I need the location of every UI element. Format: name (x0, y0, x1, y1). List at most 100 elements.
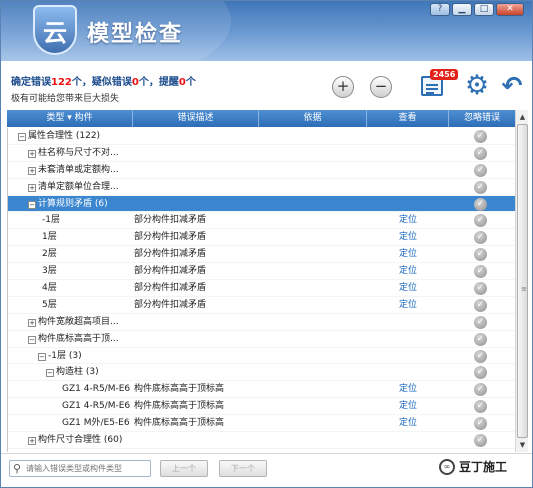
prev-button[interactable]: 上一个 (160, 460, 208, 477)
locate-link[interactable]: 定位 (399, 398, 417, 415)
ignore-check-icon[interactable]: ✓ (474, 298, 487, 312)
tree-row[interactable]: + 柱名称与尺寸不对... ✓ (8, 145, 515, 162)
tree-row-text: 属性合理性 (122) (28, 131, 101, 141)
error-description: 构件底标高高于顶标高 (134, 401, 225, 412)
tree-row-label: 4层 (42, 280, 57, 297)
close-button[interactable]: ✕ (496, 3, 524, 16)
tree-row[interactable]: 1层 部分构件扣减矛盾 定位 ✓ (8, 229, 515, 247)
error-description: 构件底标高高于顶标高 (134, 384, 225, 395)
expand-all-button[interactable]: + (332, 76, 354, 98)
ignore-check-icon[interactable]: ✓ (474, 315, 487, 329)
column-desc[interactable]: 错误描述 (133, 110, 259, 127)
tree-row[interactable]: + 清单定额单位合理... ✓ (8, 179, 515, 196)
ignore-check-icon[interactable]: ✓ (474, 214, 487, 228)
error-description: 部分构件扣减矛盾 (134, 266, 207, 277)
tree-row[interactable]: − 计算规则矛盾 (6) ✓ (8, 195, 515, 213)
ignore-check-icon[interactable]: ✓ (474, 130, 487, 143)
summary-text-3: 个，提醒 (138, 77, 179, 88)
locate-link[interactable]: 定位 (399, 381, 417, 398)
tree-row[interactable]: GZ1 4-R5/M-E6 构件底标高高于顶标高 定位 ✓ (8, 381, 515, 399)
tree-row-text: GZ1 4-R5/M-E6 (62, 384, 131, 395)
tree-row[interactable]: − 属性合理性 (122) ✓ (8, 128, 515, 145)
locate-link[interactable]: 定位 (399, 415, 417, 432)
minimize-button[interactable]: ▁ (452, 3, 472, 16)
tree-row[interactable]: + 构件宽敞超高项目... ✓ (8, 314, 515, 331)
tree-row-label: 2层 (42, 246, 57, 263)
ignore-check-icon[interactable]: ✓ (474, 434, 487, 448)
ignore-check-icon[interactable]: ✓ (474, 417, 487, 431)
ignore-check-icon[interactable]: ✓ (474, 400, 487, 414)
maximize-button[interactable]: □ (474, 3, 494, 16)
ignore-check-icon[interactable]: ✓ (474, 282, 487, 296)
collapse-icon[interactable]: − (46, 369, 54, 378)
tree-row[interactable]: 5层 部分构件扣减矛盾 定位 ✓ (8, 297, 515, 314)
tree-row[interactable]: GZ1 M外/E5-E6 构件底标高高于顶标高 定位 ✓ (8, 415, 515, 433)
ignore-check-icon[interactable]: ✓ (474, 163, 487, 177)
expand-icon[interactable]: + (28, 437, 36, 446)
collapse-icon[interactable]: − (18, 133, 26, 141)
ignore-check-icon[interactable]: ✓ (474, 197, 487, 211)
collapse-icon[interactable]: − (38, 352, 46, 361)
tree-row[interactable]: 2层 部分构件扣减矛盾 定位 ✓ (8, 246, 515, 264)
tree-row-label: 1层 (42, 229, 57, 246)
ignore-check-icon[interactable]: ✓ (474, 383, 487, 397)
column-type[interactable]: 类型 ▾ 构件 (7, 110, 133, 127)
ignore-check-icon[interactable]: ✓ (474, 332, 487, 346)
collapse-icon[interactable]: − (28, 200, 36, 209)
expand-icon[interactable]: + (28, 149, 36, 158)
tree-row[interactable]: GZ1 4-R5/M-E6 构件底标高高于顶标高 定位 ✓ (8, 398, 515, 416)
search-box[interactable]: ⚲ (9, 460, 151, 477)
tree-row-text: GZ1 4-R5/M-E6 (62, 401, 131, 412)
ignore-check-icon[interactable]: ✓ (474, 248, 487, 262)
tree-row[interactable]: + 未套清单或定额构... ✓ (8, 162, 515, 179)
column-basis[interactable]: 依据 (259, 110, 367, 127)
vertical-scrollbar[interactable]: ▲ ≡ ▼ (515, 110, 528, 452)
locate-link[interactable]: 定位 (399, 280, 417, 297)
tree-row[interactable]: + 构件尺寸合理性 (60) ✓ (8, 432, 515, 449)
column-view[interactable]: 查看 (367, 110, 449, 127)
locate-link[interactable]: 定位 (399, 246, 417, 263)
tree-row-label: GZ1 M外/E5-E6 (62, 415, 130, 432)
tree-row-text: 未套清单或定额构... (38, 164, 119, 175)
search-input[interactable] (26, 462, 146, 475)
tree-row[interactable]: − 构件底标高高于顶... ✓ (8, 331, 515, 348)
locate-link[interactable]: 定位 (399, 297, 417, 314)
locate-link[interactable]: 定位 (399, 229, 417, 246)
error-description: 构件底标高高于顶标高 (134, 418, 225, 429)
error-tree[interactable]: − 属性合理性 (122) ✓ + 柱名称与尺寸不对... ✓ + 未套清单或定额构... ✓ +… (7, 128, 515, 452)
tree-row-text: GZ1 M外/E5-E6 (62, 418, 130, 429)
ignore-check-icon[interactable]: ✓ (474, 366, 487, 380)
expand-icon[interactable]: + (28, 183, 36, 192)
ignore-check-icon[interactable]: ✓ (474, 231, 487, 245)
error-description: 部分构件扣减矛盾 (134, 215, 207, 226)
expand-icon[interactable]: + (28, 166, 36, 175)
tree-row[interactable]: -1层 部分构件扣减矛盾 定位 ✓ (8, 212, 515, 230)
ignore-check-icon[interactable]: ✓ (474, 180, 487, 194)
locate-link[interactable]: 定位 (399, 263, 417, 280)
scroll-down-arrow-icon[interactable]: ▼ (517, 439, 528, 451)
undo-arrow-icon[interactable]: ↶ (499, 72, 525, 100)
tree-row[interactable]: 3层 部分构件扣减矛盾 定位 ✓ (8, 263, 515, 281)
gear-icon[interactable]: ⚙ (463, 72, 491, 100)
scroll-thumb[interactable]: ≡ (517, 124, 528, 438)
tree-row-label: + 构件宽敞超高项目... (28, 314, 119, 331)
locate-link[interactable]: 定位 (399, 212, 417, 229)
next-button[interactable]: 下一个 (219, 460, 267, 477)
scroll-up-arrow-icon[interactable]: ▲ (517, 111, 528, 123)
collapse-all-button[interactable]: − (370, 76, 392, 98)
ignore-check-icon[interactable]: ✓ (474, 349, 487, 363)
tree-row-text: -1层 (3) (48, 350, 82, 361)
ignore-check-icon[interactable]: ✓ (474, 265, 487, 279)
column-ignore[interactable]: 忽略错误 (449, 110, 515, 127)
collapse-icon[interactable]: − (28, 335, 36, 344)
tree-row[interactable]: − 构造柱 (3) ✓ (8, 364, 515, 382)
tree-row[interactable]: − -1层 (3) ✓ (8, 348, 515, 365)
tree-row-label: + 构件尺寸合理性 (60) (28, 432, 122, 449)
tree-row-text: 5层 (42, 299, 57, 310)
tree-row[interactable]: 4层 部分构件扣减矛盾 定位 ✓ (8, 280, 515, 297)
ignore-check-icon[interactable]: ✓ (474, 146, 487, 160)
expand-icon[interactable]: + (28, 318, 36, 327)
error-description: 部分构件扣减矛盾 (134, 232, 207, 243)
tree-row-label: + 柱名称与尺寸不对... (28, 145, 119, 162)
help-button[interactable]: ? (430, 3, 450, 16)
